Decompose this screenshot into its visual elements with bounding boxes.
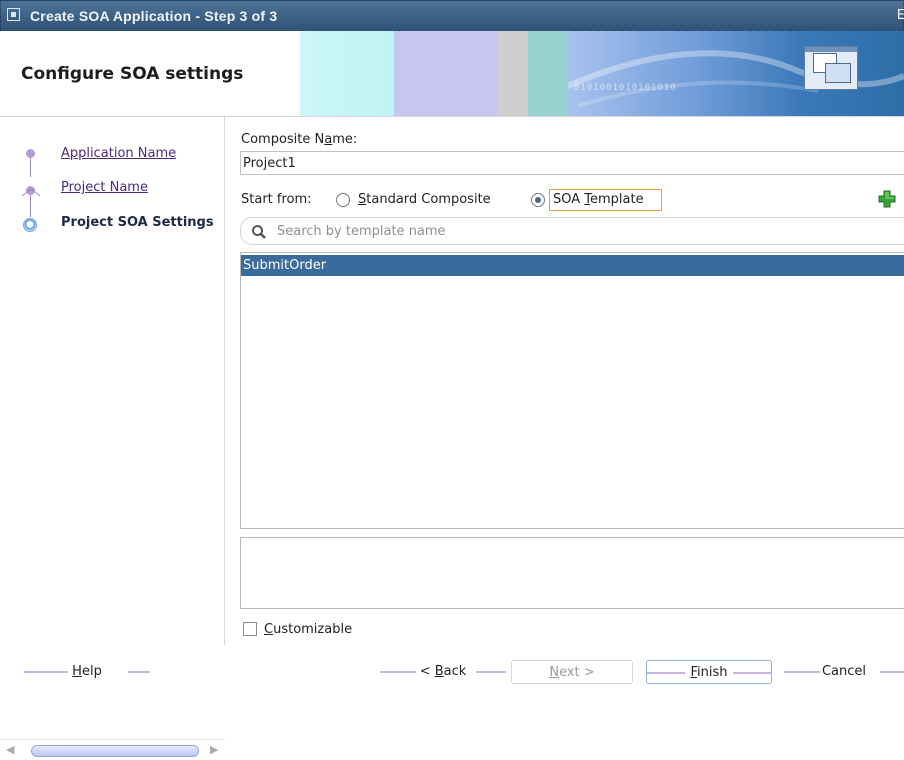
customizable-label[interactable]: Customizable: [264, 622, 352, 637]
banner-stripe: [300, 31, 394, 116]
step-connector: [30, 195, 31, 217]
back-button[interactable]: < Back: [380, 660, 506, 684]
scroll-left-icon[interactable]: ◀: [6, 743, 14, 756]
search-placeholder: Search by template name: [277, 224, 446, 239]
composite-name-label: Composite Name:: [241, 132, 358, 147]
window-menu-icon[interactable]: [7, 8, 20, 21]
scrollbar-thumb[interactable]: [31, 745, 199, 757]
banner-stripe: [394, 31, 498, 116]
steps-panel: Application Name Project Name Project SO…: [0, 117, 225, 760]
template-search-input[interactable]: Search by template name: [240, 217, 904, 245]
steps-horizontal-scrollbar[interactable]: ◀ ▶: [0, 739, 225, 760]
template-description-area: [240, 537, 904, 609]
cancel-button[interactable]: Cancel: [784, 660, 904, 684]
step-project-soa-settings[interactable]: Project SOA Settings: [61, 215, 214, 230]
customizable-checkbox[interactable]: [243, 622, 257, 636]
list-item[interactable]: SubmitOrder: [241, 255, 904, 276]
window-title-bar[interactable]: Create SOA Application - Step 3 of 3 E: [0, 0, 904, 31]
window-title: Create SOA Application - Step 3 of 3: [30, 8, 278, 24]
scroll-right-icon[interactable]: ▶: [210, 743, 218, 756]
wizard-header: Configure SOA settings 0101001010101010: [0, 31, 904, 117]
soa-template-label[interactable]: SOA Template: [553, 192, 644, 207]
help-button[interactable]: Help: [24, 660, 150, 684]
search-icon: [252, 225, 266, 239]
finish-button[interactable]: Finish: [646, 660, 772, 684]
composite-name-input[interactable]: Project1: [240, 151, 904, 175]
step-application-name[interactable]: Application Name: [61, 146, 176, 161]
step-fork-icon: [21, 188, 41, 197]
page-title: Configure SOA settings: [21, 64, 244, 84]
banner-stripe: [528, 31, 568, 116]
next-button[interactable]: Next >: [511, 660, 633, 684]
maximize-button[interactable]: E: [897, 8, 904, 23]
wizard-windows-icon: [804, 46, 858, 90]
step-project-name[interactable]: Project Name: [61, 180, 148, 195]
banner-binary-text: 0101001010101010: [574, 83, 677, 93]
standard-composite-radio[interactable]: [336, 193, 350, 207]
template-list[interactable]: SubmitOrder: [240, 252, 904, 529]
step-current-icon: [23, 218, 37, 232]
start-from-label: Start from:: [241, 192, 312, 207]
banner-stripe: [498, 31, 528, 116]
standard-composite-label[interactable]: Standard Composite: [358, 192, 491, 207]
soa-template-radio[interactable]: [531, 193, 545, 207]
add-template-icon[interactable]: [878, 190, 896, 208]
step-connector: [30, 157, 31, 177]
